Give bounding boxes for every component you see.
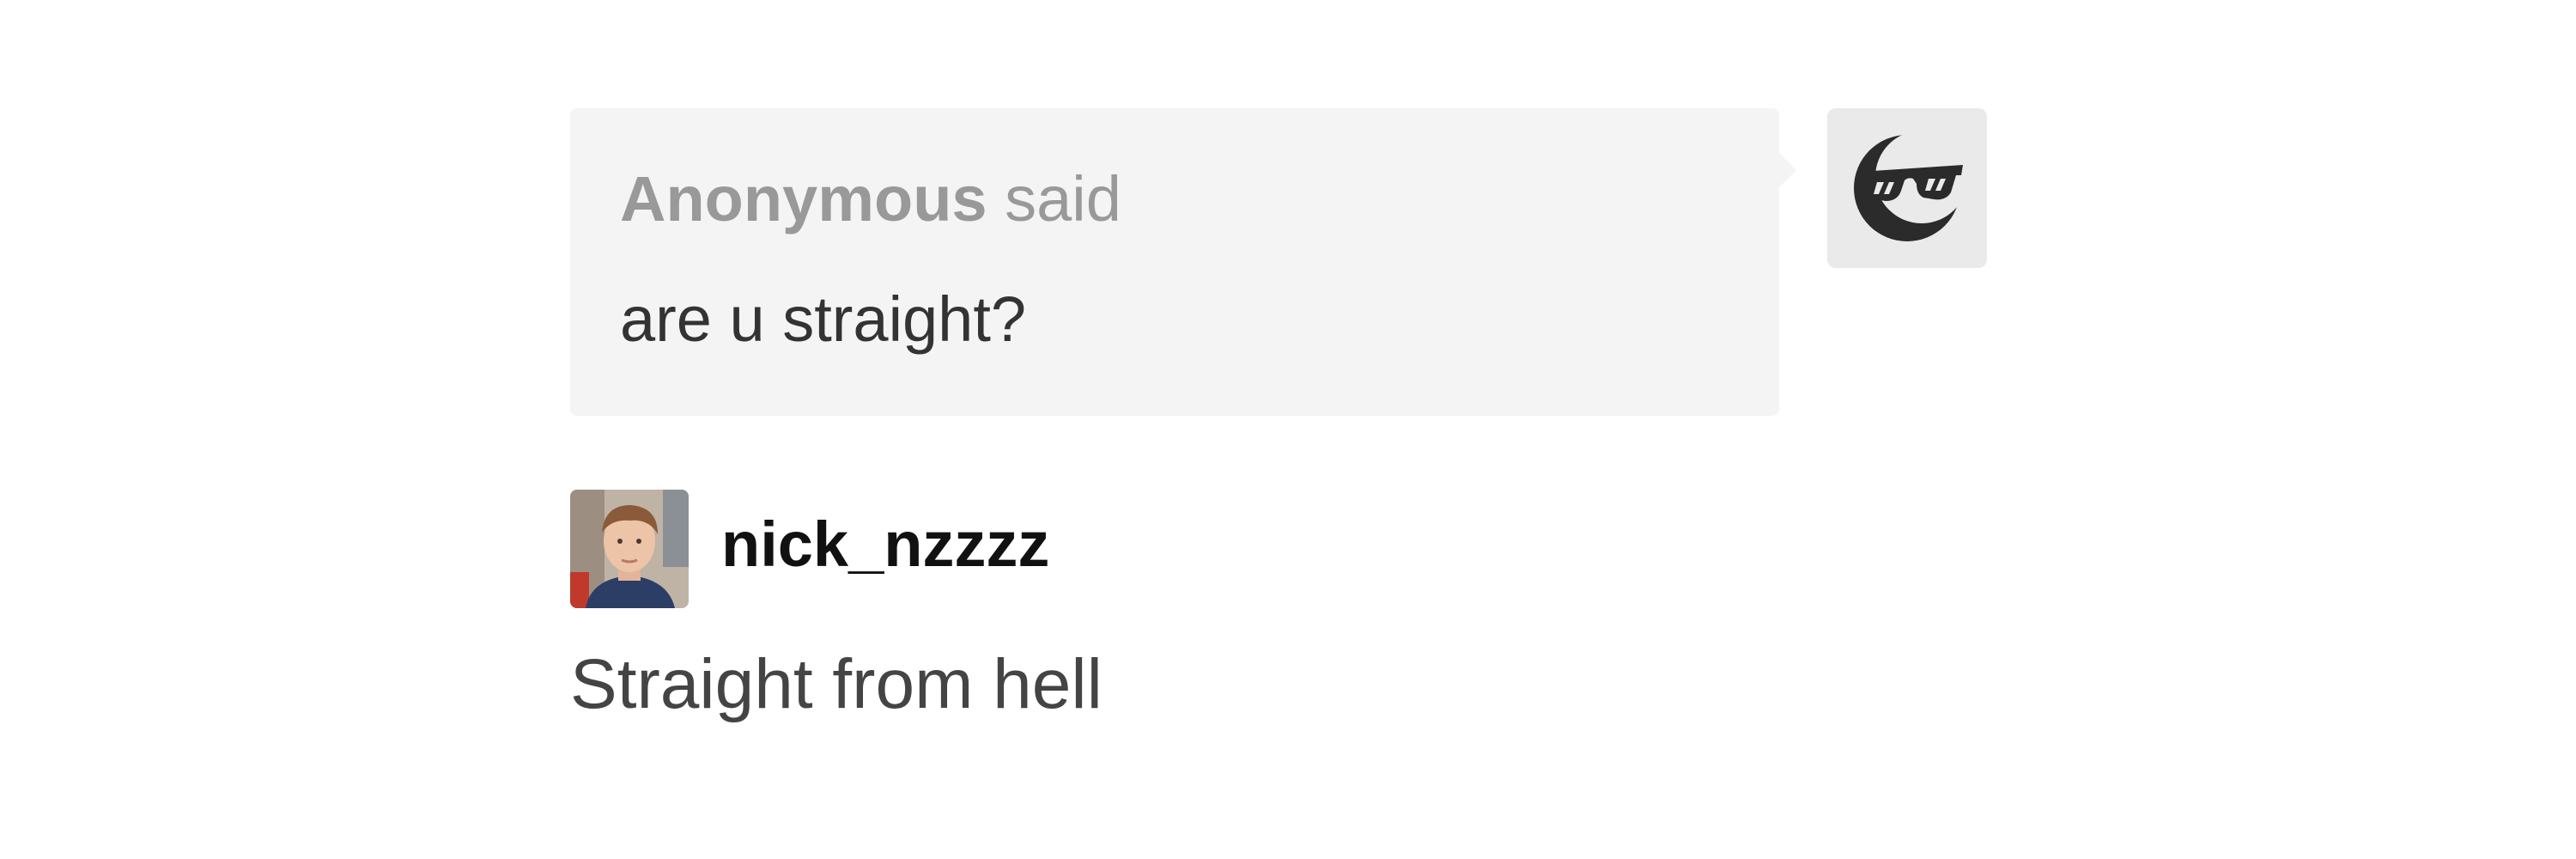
asker-line: Anonymous said bbox=[620, 161, 1121, 238]
anonymous-avatar[interactable] bbox=[1827, 108, 1987, 268]
question-text: are u straight? bbox=[620, 283, 1027, 355]
asker-name: Anonymous bbox=[620, 163, 987, 235]
answerer-username[interactable]: nick_nzzzz bbox=[721, 507, 1049, 583]
user-avatar-photo bbox=[570, 490, 689, 608]
asker-said-label: said bbox=[987, 163, 1121, 235]
answer-text: Straight from hell bbox=[570, 645, 1103, 723]
answerer-avatar[interactable] bbox=[570, 490, 689, 608]
sunglasses-face-icon bbox=[1854, 131, 1968, 241]
ask-bubble: Anonymous said are u straight? bbox=[570, 108, 1796, 416]
